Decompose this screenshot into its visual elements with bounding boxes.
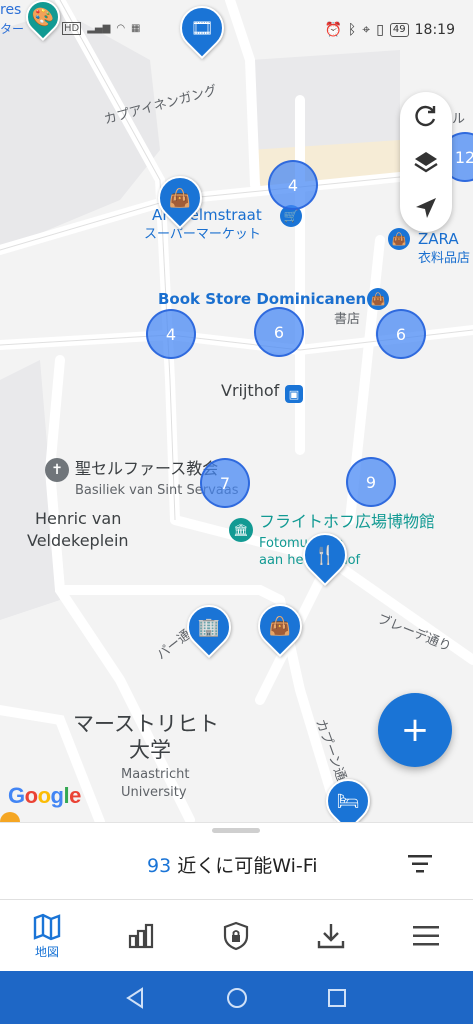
bottom-sheet[interactable]: 93 近くに可能Wi-Fi	[0, 822, 473, 900]
shopping-bag-icon: 👜	[268, 615, 292, 637]
label-church-jp[interactable]: 聖セルファース教会	[75, 460, 218, 478]
my-location-button[interactable]	[400, 186, 452, 230]
label-university-nl-2: University	[121, 785, 187, 800]
bottom-tab-bar: 地図	[0, 899, 473, 972]
vibrate-icon: ▯	[376, 22, 384, 38]
sheet-drag-handle[interactable]	[212, 828, 260, 833]
tab-map[interactable]: 地図	[0, 900, 94, 972]
refresh-button[interactable]	[400, 94, 452, 138]
filter-button[interactable]	[406, 853, 434, 879]
nearby-wifi-count: 93	[147, 855, 172, 877]
battery-icon: 49	[389, 23, 409, 37]
signal-icon: ▂▄▆	[87, 23, 111, 34]
stats-icon	[128, 923, 154, 949]
status-bar: res ター HD ▂▄▆ ◠ ▦ ⏰ ᛒ ⌖ ▯ 49 18:19	[0, 0, 473, 60]
label-university-jp-1[interactable]: マーストリヒト	[73, 712, 219, 736]
label-ah-type: スーパーマーケット	[144, 227, 261, 242]
status-left-text-bottom: ター	[0, 22, 25, 36]
notification-icon: ▦	[131, 23, 141, 34]
bookstore-poi-icon[interactable]: 👜	[367, 288, 389, 310]
bluetooth-icon: ᛒ	[347, 22, 357, 38]
status-right: ⏰ ᛒ ⌖ ▯ 49 18:19	[324, 22, 455, 38]
layers-icon	[414, 152, 438, 173]
label-zara[interactable]: ZARA	[418, 230, 459, 248]
label-henric-2: Veldekeplein	[27, 531, 129, 550]
refresh-icon	[415, 105, 436, 127]
church-poi-icon[interactable]: ✝	[45, 458, 69, 482]
add-hotspot-button[interactable]: +	[378, 693, 452, 767]
shopping-bag-icon: 👜	[168, 187, 192, 209]
fork-knife-icon: 🍴	[313, 544, 337, 566]
wifi-icon: ◠	[116, 23, 126, 34]
cluster-9[interactable]: 9	[346, 457, 396, 507]
location-icon: ⌖	[362, 22, 371, 38]
nearby-wifi-summary[interactable]: 93 近くに可能Wi-Fi	[147, 851, 318, 878]
status-left-text-top: res	[0, 2, 22, 18]
tab-download[interactable]	[284, 900, 378, 972]
label-university-jp-2: 大学	[129, 738, 171, 762]
recents-button[interactable]	[322, 983, 352, 1013]
museum-poi-icon[interactable]: 🏛	[229, 518, 253, 542]
vpn-shield-icon	[223, 921, 249, 951]
status-left-icons: HD ▂▄▆ ◠ ▦	[62, 22, 141, 35]
cluster-4-left[interactable]: 4	[146, 309, 196, 359]
menu-icon	[413, 926, 439, 946]
google-logo: Google	[8, 783, 81, 808]
nearby-wifi-label: 近くに可能Wi-Fi	[171, 855, 318, 877]
download-icon	[317, 924, 345, 949]
label-vrijthof[interactable]: Vrijthof	[221, 382, 279, 400]
layers-button[interactable]	[400, 140, 452, 184]
building-icon: 🏢	[197, 616, 221, 638]
bed-icon: 🛏	[336, 790, 360, 812]
tab-stats[interactable]	[94, 900, 188, 972]
recents-square-icon	[328, 989, 346, 1007]
cluster-7[interactable]: 7	[200, 458, 250, 508]
filter-icon	[408, 855, 432, 873]
clock: 18:19	[414, 22, 455, 38]
navigation-arrow-icon	[416, 198, 436, 218]
cluster-4-top[interactable]: 4	[268, 160, 318, 210]
home-button[interactable]	[222, 983, 252, 1013]
tab-vpn[interactable]	[189, 900, 283, 972]
map-tools-panel	[400, 92, 452, 232]
cluster-6-right[interactable]: 6	[376, 309, 426, 359]
label-university-nl-1: Maastricht	[121, 767, 190, 782]
hd-icon: HD	[62, 22, 82, 35]
back-button[interactable]	[120, 983, 150, 1013]
cluster-6-center[interactable]: 6	[254, 307, 304, 357]
street-label-right-edge: ル	[452, 112, 466, 127]
map-icon	[33, 913, 61, 940]
clothing-poi-icon[interactable]: 👜	[388, 228, 410, 250]
label-bookstore[interactable]: Book Store Dominicanen	[158, 290, 366, 308]
tab-menu[interactable]	[379, 900, 473, 972]
tab-map-label: 地図	[34, 944, 59, 959]
plus-icon: +	[400, 710, 430, 750]
bus-stop-icon[interactable]: ▣	[285, 385, 303, 403]
back-triangle-icon	[126, 987, 143, 1009]
label-museum-jp[interactable]: フライトホフ広場博物館	[259, 513, 435, 531]
label-henric-1: Henric van	[35, 509, 122, 528]
system-navigation-bar	[0, 971, 473, 1024]
alarm-icon: ⏰	[324, 22, 342, 38]
label-zara-type: 衣料品店	[418, 251, 471, 266]
home-circle-icon	[227, 988, 247, 1008]
label-bookstore-type: 書店	[334, 312, 361, 327]
